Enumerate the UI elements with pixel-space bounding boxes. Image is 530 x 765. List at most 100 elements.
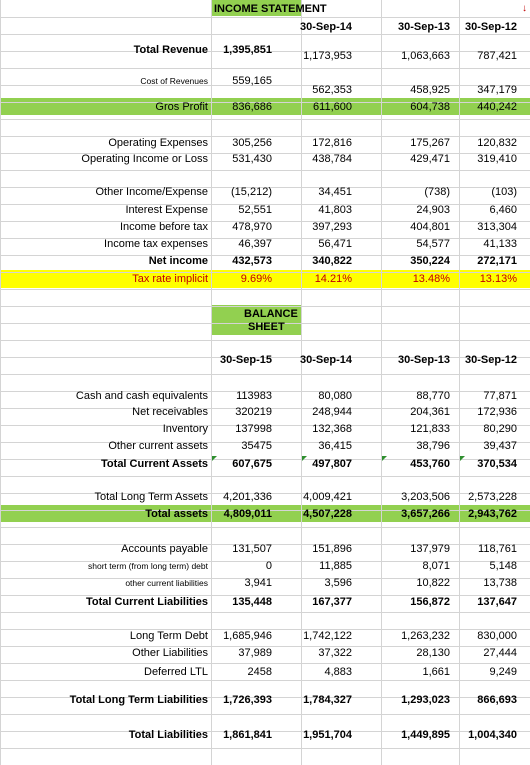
receivables-v0[interactable]: 320219 [235, 406, 272, 419]
other-liabilities-label[interactable]: Other Liabilities [132, 647, 208, 660]
operating-income-v2[interactable]: 429,471 [410, 153, 450, 166]
inventory-v2[interactable]: 121,833 [410, 423, 450, 436]
total-liabilities-label[interactable]: Total Liabilities [129, 729, 208, 742]
deferred-ltl-v2[interactable]: 1,661 [422, 666, 450, 679]
total-current-assets-v2[interactable]: 453,760 [410, 458, 450, 471]
income-before-tax-v3[interactable]: 313,304 [477, 221, 517, 234]
income-tax-v0[interactable]: 46,397 [238, 238, 272, 251]
other-current-assets-v2[interactable]: 38,796 [416, 440, 450, 453]
accounts-payable-v1[interactable]: 151,896 [312, 543, 352, 556]
deferred-ltl-v3[interactable]: 9,249 [489, 666, 517, 679]
down-arrow-icon[interactable]: ↓ [522, 3, 527, 14]
cost-of-revenues-v1[interactable]: 562,353 [312, 84, 352, 97]
receivables-v1[interactable]: 248,944 [312, 406, 352, 419]
total-long-term-assets-label[interactable]: Total Long Term Assets [94, 491, 208, 504]
total-liabilities-v0[interactable]: 1,861,841 [223, 729, 272, 742]
inventory-v0[interactable]: 137998 [235, 423, 272, 436]
other-current-assets-v3[interactable]: 39,437 [483, 440, 517, 453]
other-income-v1[interactable]: 34,451 [318, 186, 352, 199]
other-current-liabilities-v3[interactable]: 13,738 [483, 577, 517, 590]
interest-expense-label[interactable]: Interest Expense [125, 204, 208, 217]
cash-label[interactable]: Cash and cash equivalents [76, 390, 208, 403]
net-income-label[interactable]: Net income [149, 255, 208, 268]
balance-period-header[interactable]: 30-Sep-13 [398, 354, 450, 367]
other-current-liabilities-v0[interactable]: 3,941 [244, 577, 272, 590]
other-income-v2[interactable]: (738) [424, 186, 450, 199]
cash-v1[interactable]: 80,080 [318, 390, 352, 403]
other-current-assets-v1[interactable]: 36,415 [318, 440, 352, 453]
operating-expenses-v1[interactable]: 172,816 [312, 137, 352, 150]
total-assets-v0[interactable]: 4,809,011 [224, 508, 272, 521]
net-income-v2[interactable]: 350,224 [410, 255, 450, 268]
cash-v0[interactable]: 113983 [236, 390, 272, 403]
operating-income-v1[interactable]: 438,784 [312, 153, 352, 166]
income-period-header[interactable]: 30-Sep-12 [465, 21, 517, 34]
total-long-term-liabilities-v2[interactable]: 1,293,023 [401, 694, 450, 707]
interest-expense-v1[interactable]: 41,803 [318, 204, 352, 217]
total-revenue-label[interactable]: Total Revenue [134, 44, 208, 57]
receivables-label[interactable]: Net receivables [132, 406, 208, 419]
operating-income-v0[interactable]: 531,430 [232, 153, 272, 166]
total-long-term-assets-v3[interactable]: 2,573,228 [468, 491, 517, 504]
long-term-debt-label[interactable]: Long Term Debt [130, 630, 208, 643]
inventory-v3[interactable]: 80,290 [483, 423, 517, 436]
spreadsheet-grid[interactable]: ↓ INCOME STATEMENT 30-Sep-14 30-Sep-13 30-Se… [0, 0, 530, 765]
cost-of-revenues-v3[interactable]: 347,179 [477, 84, 517, 97]
deferred-ltl-label[interactable]: Deferred LTL [144, 666, 208, 679]
short-term-debt-v0[interactable]: 0 [266, 560, 272, 573]
total-current-assets-label[interactable]: Total Current Assets [101, 458, 208, 471]
total-assets-v2[interactable]: 3,657,266 [401, 508, 450, 521]
balance-period-header[interactable]: 30-Sep-14 [300, 354, 352, 367]
income-statement-title[interactable]: INCOME STATEMENT [214, 3, 327, 16]
total-liabilities-v1[interactable]: 1,951,704 [303, 729, 352, 742]
income-tax-v2[interactable]: 54,577 [416, 238, 450, 251]
total-long-term-assets-v1[interactable]: 4,009,421 [303, 491, 352, 504]
balance-sheet-title-line2[interactable]: SHEET [248, 321, 285, 334]
cash-v2[interactable]: 88,770 [416, 390, 450, 403]
other-liabilities-v1[interactable]: 37,322 [318, 647, 352, 660]
other-current-assets-label[interactable]: Other current assets [108, 440, 208, 453]
operating-expenses-label[interactable]: Operating Expenses [108, 137, 208, 150]
total-long-term-liabilities-v3[interactable]: 866,693 [477, 694, 517, 707]
total-current-liabilities-label[interactable]: Total Current Liabilities [86, 596, 208, 609]
income-period-header[interactable]: 30-Sep-14 [300, 21, 352, 34]
total-current-assets-v0[interactable]: 607,675 [232, 458, 272, 471]
balance-sheet-title-line1[interactable]: BALANCE [244, 308, 298, 321]
income-before-tax-v1[interactable]: 397,293 [312, 221, 352, 234]
interest-expense-v0[interactable]: 52,551 [238, 204, 272, 217]
total-long-term-liabilities-v1[interactable]: 1,784,327 [303, 694, 352, 707]
total-liabilities-v2[interactable]: 1,449,895 [401, 729, 450, 742]
other-liabilities-v2[interactable]: 28,130 [416, 647, 450, 660]
inventory-label[interactable]: Inventory [163, 423, 208, 436]
income-tax-label[interactable]: Income tax expenses [104, 238, 208, 251]
income-tax-v3[interactable]: 41,133 [483, 238, 517, 251]
other-current-liabilities-v2[interactable]: 10,822 [416, 577, 450, 590]
net-income-v3[interactable]: 272,171 [477, 255, 517, 268]
operating-income-label[interactable]: Operating Income or Loss [81, 153, 208, 166]
other-income-v3[interactable]: (103) [491, 186, 517, 199]
operating-income-v3[interactable]: 319,410 [477, 153, 517, 166]
operating-expenses-v2[interactable]: 175,267 [410, 137, 450, 150]
total-revenue-v0[interactable]: 1,395,851 [223, 44, 272, 57]
gros-profit-label[interactable]: Gros Profit [155, 101, 208, 114]
operating-expenses-v3[interactable]: 120,832 [477, 137, 517, 150]
gros-profit-v2[interactable]: 604,738 [410, 101, 450, 114]
other-current-assets-v0[interactable]: 35475 [241, 440, 272, 453]
balance-period-header[interactable]: 30-Sep-12 [465, 354, 517, 367]
total-long-term-assets-v2[interactable]: 3,203,506 [401, 491, 450, 504]
long-term-debt-v1[interactable]: 1,742,122 [303, 630, 352, 643]
short-term-debt-v3[interactable]: 5,148 [489, 560, 517, 573]
total-current-liabilities-v2[interactable]: 156,872 [410, 596, 450, 609]
net-income-v0[interactable]: 432,573 [232, 255, 272, 268]
total-current-liabilities-v1[interactable]: 167,377 [312, 596, 352, 609]
income-tax-v1[interactable]: 56,471 [318, 238, 352, 251]
short-term-debt-v1[interactable]: 11,885 [319, 560, 352, 573]
income-before-tax-label[interactable]: Income before tax [120, 221, 208, 234]
total-assets-v3[interactable]: 2,943,762 [468, 508, 517, 521]
total-revenue-v3[interactable]: 787,421 [477, 50, 517, 63]
total-revenue-v1[interactable]: 1,173,953 [303, 50, 352, 63]
deferred-ltl-v1[interactable]: 4,883 [324, 666, 352, 679]
other-current-liabilities-label[interactable]: other current liabilities [125, 577, 208, 590]
short-term-debt-label[interactable]: short term (from long term) debt [88, 560, 208, 573]
income-period-header[interactable]: 30-Sep-13 [398, 21, 450, 34]
